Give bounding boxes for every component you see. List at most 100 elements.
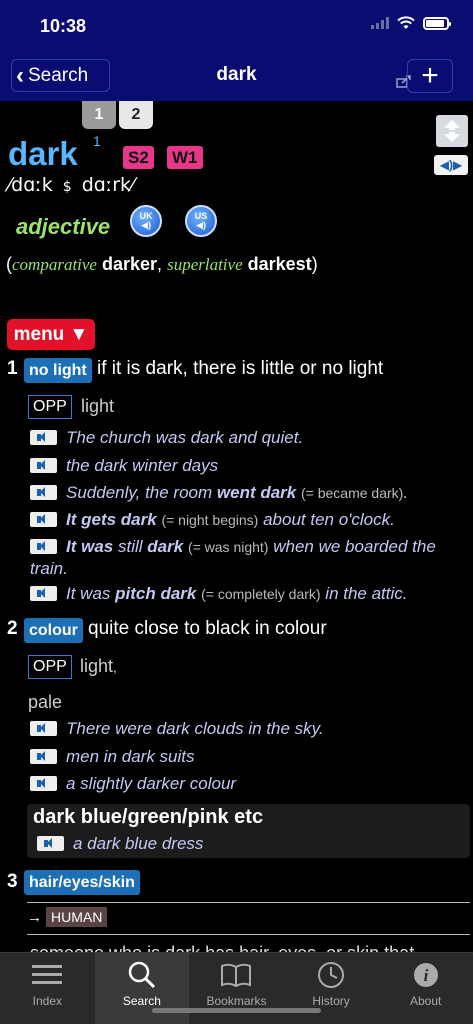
example-text: Suddenly, the room — [66, 483, 217, 502]
index-icon — [32, 965, 63, 984]
speaker-icon[interactable] — [30, 539, 57, 554]
entry-content[interactable]: 1 2 ◀)▶ dark 1 S2 W1 ⁄dɑːk $ dɑːrk⁄ adje… — [0, 101, 473, 952]
sense-number: 3 — [7, 871, 18, 892]
inflected-forms: (comparative darker, superlative darkest… — [6, 254, 318, 275]
pronunciation-uk: ⁄dɑːk — [8, 174, 53, 196]
tab-label: Search — [122, 994, 161, 1008]
gloss: (= became dark) — [300, 485, 404, 501]
definition: if it is dark, there is little or no lig… — [97, 358, 384, 379]
navigation-bar: 10:38 ‹ Search dark + — [0, 0, 473, 101]
frequency-badge-spoken: S2 — [123, 146, 154, 169]
gloss: (= completely dark) — [201, 586, 321, 602]
homograph-tabs: 1 2 — [82, 101, 153, 129]
history-icon — [318, 962, 345, 988]
speaker-icon[interactable] — [30, 485, 57, 500]
phrase-example[interactable]: a dark blue dress — [37, 834, 203, 854]
search-icon — [128, 961, 155, 989]
sense-number: 2 — [7, 618, 18, 639]
svg-text:i: i — [423, 966, 428, 985]
example-sentence[interactable]: a slightly darker colour — [30, 773, 460, 794]
example-sentence[interactable]: Suddenly, the room went dark (= became d… — [30, 482, 460, 504]
part-of-speech: adjective — [16, 214, 111, 239]
example-sentence[interactable]: There were dark clouds in the sky. — [30, 718, 460, 739]
cellular-signal-icon — [371, 17, 389, 29]
collapse-arrows-icon — [444, 120, 460, 142]
example-text: the dark winter days — [66, 456, 219, 475]
homograph-tab-1[interactable]: 1 — [82, 101, 116, 129]
collapse-toggle-button[interactable] — [436, 115, 468, 147]
speaker-icon: ◀) — [141, 220, 151, 230]
example-text: It was — [66, 584, 111, 603]
add-bookmark-button[interactable]: + — [407, 59, 453, 93]
divider — [27, 934, 470, 935]
uk-audio-button[interactable]: UK ◀) — [130, 205, 162, 237]
pronunciation-us: dɑːrk⁄ — [81, 174, 135, 196]
tab-bookmarks[interactable]: Bookmarks — [189, 953, 284, 1024]
arrow-right-icon: → — [27, 908, 42, 926]
phrase-box: dark blue/green/pink etc a dark blue dre… — [27, 804, 470, 858]
status-icons — [371, 16, 451, 30]
example-sentence[interactable]: It was still dark (= was night) when we … — [30, 536, 460, 579]
homograph-number: 1 — [93, 133, 101, 149]
example-text: There were dark clouds in the sky. — [66, 719, 324, 738]
example-sentence[interactable]: men in dark suits — [30, 746, 460, 767]
headword: dark — [8, 135, 78, 172]
tab-label: History — [312, 994, 350, 1008]
definition: quite close to black in colour — [88, 618, 327, 639]
comparative-label: comparative — [12, 255, 97, 274]
speaker-icon[interactable] — [30, 721, 57, 736]
tab-about[interactable]: i About — [378, 953, 473, 1024]
opposite-separator: , — [113, 659, 117, 675]
speaker-icon[interactable] — [30, 586, 57, 601]
opposite-word-container: light, — [80, 656, 117, 677]
speaker-icon[interactable] — [30, 430, 57, 445]
collocation: It gets dark — [66, 510, 157, 529]
example-text: . — [403, 483, 409, 502]
collocation: dark — [147, 537, 184, 556]
signpost: colour — [24, 618, 83, 643]
forms-close-paren: ) — [311, 254, 318, 274]
tab-label: Index — [32, 994, 62, 1008]
example-sentence[interactable]: the dark winter days — [30, 455, 460, 476]
example-sentence[interactable]: The church was dark and quiet. — [30, 427, 460, 448]
comparative-form: darker — [102, 254, 158, 274]
opposite-word[interactable]: light — [81, 396, 114, 417]
speaker-icon[interactable] — [30, 458, 57, 473]
tab-index[interactable]: Index — [0, 953, 95, 1024]
us-audio-button[interactable]: US ◀) — [185, 205, 217, 237]
signpost: no light — [24, 358, 92, 383]
tab-search[interactable]: Search — [94, 953, 190, 1024]
divider — [27, 902, 470, 903]
play-all-audio-button[interactable]: ◀)▶ — [434, 155, 468, 175]
tab-label: About — [409, 994, 442, 1008]
gloss: (= night begins) — [161, 512, 259, 528]
collocation: went dark — [216, 483, 297, 502]
opposite-label: OPP — [28, 655, 72, 679]
example-text: about ten o'clock. — [263, 510, 395, 529]
speaker-icon[interactable] — [30, 512, 57, 527]
speaker-icon[interactable] — [37, 836, 64, 851]
opposite-word[interactable]: light — [80, 656, 113, 676]
definition: someone who is dark has hair, eyes, or s… — [30, 943, 414, 952]
menu-button[interactable]: menu ▼ — [7, 319, 95, 350]
opposite-label: OPP — [28, 395, 72, 419]
cross-reference-label: HUMAN — [46, 907, 108, 927]
speaker-icon[interactable] — [30, 749, 57, 764]
tab-history[interactable]: History — [284, 953, 379, 1024]
opposite-word[interactable]: pale — [28, 692, 62, 713]
cross-reference[interactable]: → HUMAN — [27, 907, 108, 927]
example-sentence[interactable]: It gets dark (= night begins) about ten … — [30, 509, 460, 531]
superlative-label: superlative — [167, 255, 243, 274]
homograph-tab-2[interactable]: 2 — [119, 101, 153, 129]
battery-icon — [423, 16, 451, 30]
bookmarks-icon — [221, 963, 252, 988]
speaker-icon: ◀) — [196, 220, 206, 230]
about-icon: i — [413, 963, 438, 987]
home-indicator — [152, 1008, 321, 1013]
signpost: hair/eyes/skin — [24, 870, 140, 895]
speaker-icon[interactable] — [30, 776, 57, 791]
example-sentence[interactable]: It was pitch dark (= completely dark) in… — [30, 583, 460, 605]
collocation: It was — [66, 537, 114, 556]
status-time: 10:38 — [40, 16, 87, 36]
example-text: a dark blue dress — [73, 834, 204, 853]
